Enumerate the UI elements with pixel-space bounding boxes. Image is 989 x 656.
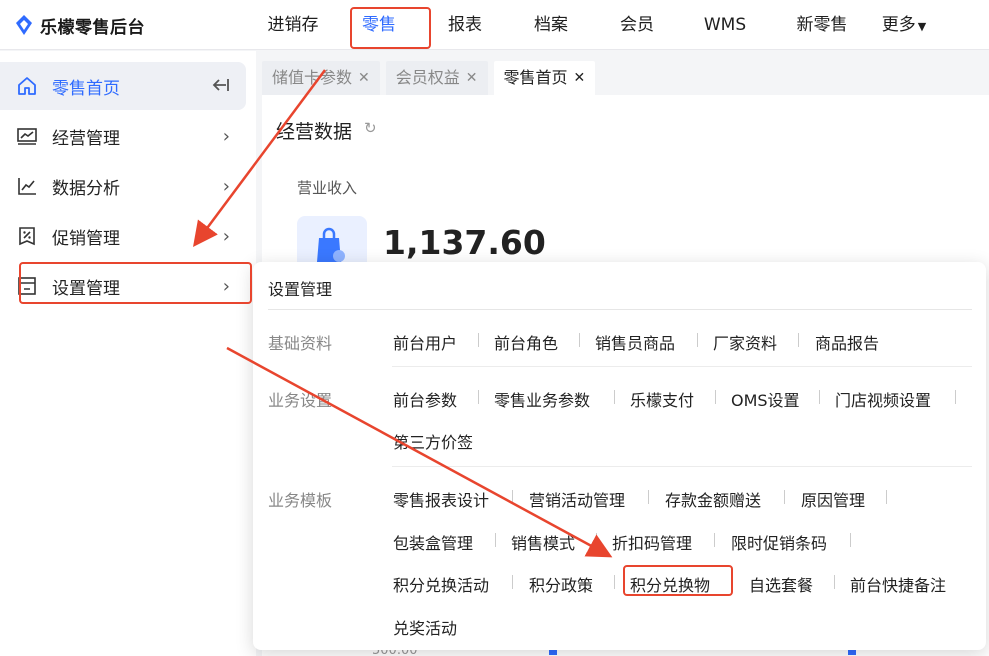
menu-link-custom-combo[interactable]: 自选套餐 [749,572,813,596]
home-icon [16,75,38,97]
divider [392,366,972,367]
app-logo[interactable]: 乐檬零售后台 [14,12,145,38]
nav-item-more[interactable]: 更多 ▼ [874,0,934,50]
menu-link-front-roles[interactable]: 前台角色 [494,330,558,354]
divider [495,533,496,547]
menu-link-package-box[interactable]: 包装盒管理 [393,530,473,554]
menu-link-third-party-price-tag[interactable]: 第三方价签 [393,429,473,453]
close-icon[interactable]: ✕ [466,61,478,95]
nav-item-members[interactable]: 会员 [594,0,680,50]
sidebar-item-promotions[interactable]: 促销管理 › [0,212,246,260]
caret-down-icon: ▼ [917,20,927,33]
chevron-right-icon: › [222,226,230,247]
divider [714,533,715,547]
menu-link-reason-management[interactable]: 原因管理 [801,487,865,511]
menu-link-points-exchange-activity[interactable]: 积分兑换活动 [393,572,489,596]
collapse-sidebar-icon[interactable] [210,74,232,101]
tab-label: 储值卡参数 [272,68,353,87]
sidebar: 零售首页 经营管理 › 数据分析 › 促销管理 › 设置管理 › [0,51,256,656]
menu-link-retail-business-params[interactable]: 零售业务参数 [494,387,590,411]
menu-link-front-quick-notes[interactable]: 前台快捷备注 [850,572,946,596]
top-bar: 乐檬零售后台 进销存 零售 报表 档案 会员 WMS 新零售 更多 ▼ [0,0,989,50]
sidebar-item-label: 促销管理 [52,228,120,249]
discount-tag-icon [16,225,38,247]
sidebar-item-label: 零售首页 [52,78,120,99]
nav-more-label: 更多 [881,15,916,35]
revenue-label: 营业收入 [297,179,358,197]
nav-item-new-retail[interactable]: 新零售 [770,0,874,50]
menu-link-front-users[interactable]: 前台用户 [393,330,457,354]
group-label-business-settings: 业务设置 [268,391,333,410]
divider [819,390,820,404]
tab-label: 零售首页 [503,68,568,87]
sidebar-item-label: 经营管理 [52,128,120,149]
menu-link-store-video-settings[interactable]: 门店视频设置 [835,387,931,411]
sidebar-item-data-analysis[interactable]: 数据分析 › [0,162,246,210]
highlight-settings-menu [19,262,252,304]
tab-bar: 储值卡参数 ✕ 会员权益 ✕ 零售首页 ✕ [262,61,596,95]
divider [512,490,513,504]
divider [850,533,851,547]
page-title: 经营数据 [276,121,353,143]
app-title: 乐檬零售后台 [40,17,145,38]
divider [834,575,835,589]
divider [648,490,649,504]
nav-item-archives[interactable]: 档案 [508,0,594,50]
sidebar-item-operations[interactable]: 经营管理 › [0,112,246,160]
sidebar-item-retail-home[interactable]: 零售首页 [0,62,246,110]
menu-link-discount-code[interactable]: 折扣码管理 [612,530,692,554]
monitor-chart-icon [16,125,38,147]
settings-flyout-menu: 设置管理 基础资料 前台用户 前台角色 销售员商品 厂家资料 商品报告 业务设置… [253,262,986,650]
sidebar-item-label: 数据分析 [52,178,120,199]
divider [614,575,615,589]
divider [268,309,972,310]
menu-link-sales-mode[interactable]: 销售模式 [511,530,575,554]
divider [784,490,785,504]
highlight-retail-nav [350,7,431,49]
close-icon[interactable]: ✕ [358,61,370,95]
menu-link-salesperson-goods[interactable]: 销售员商品 [595,330,675,354]
chevron-right-icon: › [222,176,230,197]
menu-link-flash-sale-barcode[interactable]: 限时促销条码 [731,530,827,554]
menu-link-marketing-activity[interactable]: 营销活动管理 [529,487,625,511]
divider [798,333,799,347]
logo-icon [14,14,34,36]
nav-item-reports[interactable]: 报表 [422,0,508,50]
divider [478,390,479,404]
group-label-basic-data: 基础资料 [268,334,333,353]
menu-link-lemeng-pay[interactable]: 乐檬支付 [630,387,694,411]
menu-link-manufacturer-data[interactable]: 厂家资料 [713,330,777,354]
line-chart-icon [16,175,38,197]
divider [512,575,513,589]
menu-link-deposit-gift[interactable]: 存款金额赠送 [665,487,761,511]
divider [596,533,597,547]
tab-label: 会员权益 [395,68,460,87]
menu-link-front-params[interactable]: 前台参数 [393,387,457,411]
divider [478,333,479,347]
refresh-icon[interactable]: ↻ [364,119,377,137]
tab-member-rights[interactable]: 会员权益 ✕ [385,61,488,95]
tab-stored-card-params[interactable]: 储值卡参数 ✕ [262,61,380,95]
nav-item-wms[interactable]: WMS [680,0,770,50]
menu-link-retail-report-design[interactable]: 零售报表设计 [393,487,489,511]
menu-link-prize-activity[interactable]: 兑奖活动 [393,615,457,639]
close-icon[interactable]: ✕ [574,61,586,95]
highlight-points-exchange-items [623,565,733,596]
divider [715,390,716,404]
divider [886,490,887,504]
tab-retail-home[interactable]: 零售首页 ✕ [493,61,596,95]
divider [392,466,972,467]
nav-item-inventory[interactable]: 进销存 [250,0,336,50]
revenue-value: 1,137.60 [383,223,546,262]
divider [614,390,615,404]
group-label-business-templates: 业务模板 [268,491,333,510]
divider [697,333,698,347]
divider [579,333,580,347]
divider [955,390,956,404]
menu-link-oms-settings[interactable]: OMS设置 [731,387,800,411]
menu-link-points-policy[interactable]: 积分政策 [529,572,593,596]
chevron-right-icon: › [222,126,230,147]
popup-title: 设置管理 [268,280,333,299]
menu-link-product-report[interactable]: 商品报告 [815,330,879,354]
